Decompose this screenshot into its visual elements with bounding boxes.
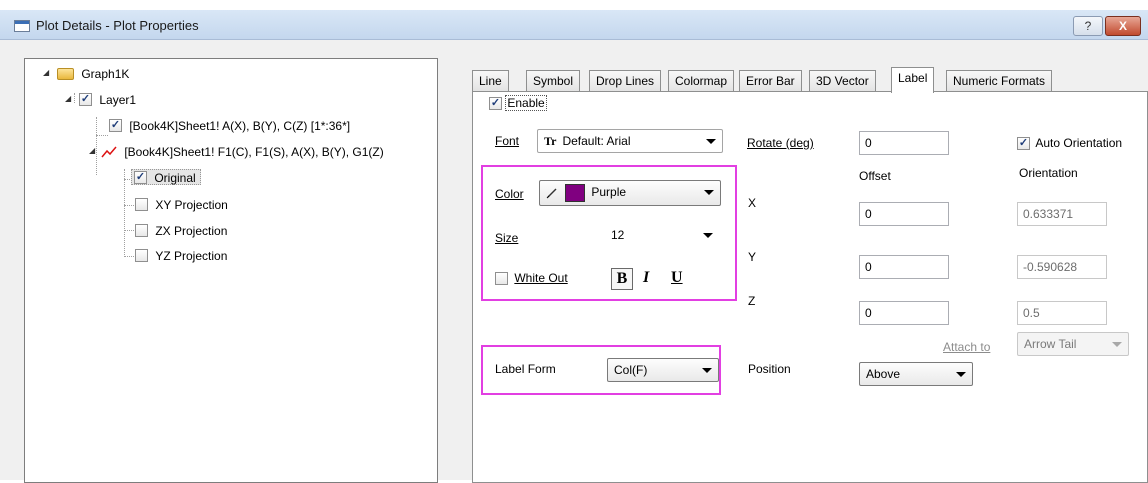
attach-to-label: Attach to bbox=[943, 340, 991, 354]
tree-node-label: Original bbox=[154, 170, 196, 185]
x-label: X bbox=[748, 196, 757, 210]
folder-icon bbox=[57, 67, 74, 80]
attach-to-value: Arrow Tail bbox=[1024, 337, 1077, 351]
tree-node-original[interactable]: ✓ Original bbox=[131, 167, 201, 187]
dropdown-arrow-icon bbox=[702, 368, 712, 373]
close-button[interactable]: X bbox=[1105, 16, 1141, 36]
tree-node-yz-projection[interactable]: YZ Projection bbox=[135, 245, 227, 265]
underline-button[interactable]: U bbox=[671, 269, 683, 287]
help-button[interactable]: ? bbox=[1073, 16, 1103, 36]
layer-checkbox[interactable]: ✓ bbox=[79, 93, 92, 107]
plot-tree-panel[interactable]: ◢ Graph1K ◢ ✓ Layer1 ✓ [Book4K]Sheet1! A… bbox=[24, 58, 438, 483]
dropdown-arrow-icon bbox=[1112, 342, 1122, 347]
label-form-dropdown[interactable]: Col(F) bbox=[607, 358, 719, 382]
tree-node-label: [Book4K]Sheet1! F1(C), F1(S), A(X), B(Y)… bbox=[124, 144, 384, 159]
dropdown-arrow-icon bbox=[704, 190, 714, 195]
white-out-row[interactable]: White Out bbox=[495, 271, 568, 286]
dropdown-arrow-icon bbox=[956, 372, 966, 377]
y-offset-input[interactable]: 0 bbox=[859, 255, 949, 279]
color-swatch bbox=[565, 183, 586, 202]
y-orientation-input[interactable]: -0.590628 bbox=[1017, 255, 1107, 279]
attach-to-dropdown[interactable]: Arrow Tail bbox=[1017, 332, 1129, 356]
white-out-checkbox[interactable] bbox=[495, 272, 508, 286]
x-orientation-input[interactable]: 0.633371 bbox=[1017, 202, 1107, 226]
font-value: Default: Arial bbox=[562, 134, 631, 148]
original-checkbox[interactable]: ✓ bbox=[134, 171, 147, 185]
size-value: 12 bbox=[611, 228, 625, 242]
app-icon bbox=[14, 20, 30, 32]
auto-orientation-label: Auto Orientation bbox=[1035, 136, 1123, 150]
size-dropdown[interactable]: 12 bbox=[605, 224, 719, 248]
orientation-header: Orientation bbox=[1019, 166, 1078, 180]
color-label: Color bbox=[495, 187, 524, 201]
plot-checkbox[interactable]: ✓ bbox=[109, 119, 122, 133]
tab-error-bar[interactable]: Error Bar bbox=[739, 70, 802, 92]
color-value: Purple bbox=[591, 185, 627, 199]
position-dropdown[interactable]: Above bbox=[859, 362, 973, 386]
white-out-label: White Out bbox=[514, 271, 568, 285]
tree-node-label: Graph1K bbox=[81, 66, 130, 81]
offset-header: Offset bbox=[859, 169, 891, 183]
dropdown-arrow-icon bbox=[703, 233, 713, 238]
tree-node-label: YZ Projection bbox=[155, 248, 228, 263]
tab-drop-lines[interactable]: Drop Lines bbox=[589, 70, 662, 92]
bold-button[interactable]: B bbox=[611, 268, 633, 290]
rotate-label: Rotate (deg) bbox=[747, 136, 814, 150]
tree-node-xy-projection[interactable]: XY Projection bbox=[135, 194, 228, 214]
tab-3d-vector[interactable]: 3D Vector bbox=[809, 70, 876, 92]
enable-label: Enable bbox=[505, 95, 547, 111]
tree-node-graph[interactable]: ◢ Graph1K bbox=[43, 63, 129, 83]
z-label: Z bbox=[748, 294, 756, 308]
tab-colormap[interactable]: Colormap bbox=[668, 70, 735, 92]
tree-node-label: XY Projection bbox=[155, 197, 228, 212]
auto-orientation-checkbox[interactable]: ✓ bbox=[1017, 137, 1030, 151]
pencil-icon bbox=[546, 188, 557, 199]
collapse-triangle-icon[interactable]: ◢ bbox=[89, 141, 95, 161]
y-label: Y bbox=[748, 250, 757, 264]
font-type-icon: Tr bbox=[544, 134, 557, 148]
enable-checkbox[interactable]: ✓ bbox=[489, 97, 502, 111]
label-form-value: Col(F) bbox=[614, 363, 648, 377]
tree-node-label: [Book4K]Sheet1! A(X), B(Y), C(Z) [1*:36*… bbox=[129, 118, 351, 133]
tree-node-label: ZX Projection bbox=[155, 223, 228, 238]
collapse-triangle-icon[interactable]: ◢ bbox=[43, 63, 49, 83]
line-plot-icon bbox=[101, 146, 117, 158]
tree-node-label: Layer1 bbox=[99, 92, 137, 107]
rotate-input[interactable]: 0 bbox=[859, 131, 949, 155]
position-value: Above bbox=[866, 367, 901, 381]
xy-projection-checkbox[interactable] bbox=[135, 198, 148, 212]
title-bar: Plot Details - Plot Properties ? X bbox=[0, 10, 1148, 40]
label-tab-page: ✓ Enable Font Tr Default: Arial Color Pur… bbox=[472, 91, 1148, 483]
tree-node-plot-vector[interactable]: ◢ [Book4K]Sheet1! F1(C), F1(S), A(X), B(… bbox=[89, 141, 384, 161]
tree-node-zx-projection[interactable]: ZX Projection bbox=[135, 220, 227, 240]
color-dropdown[interactable]: Purple bbox=[539, 180, 721, 206]
label-form-label: Label Form bbox=[495, 362, 556, 376]
yz-projection-checkbox[interactable] bbox=[135, 249, 148, 263]
z-orientation-input[interactable]: 0.5 bbox=[1017, 301, 1107, 325]
tab-line[interactable]: Line bbox=[472, 70, 509, 92]
enable-checkbox-row[interactable]: ✓ Enable bbox=[489, 95, 547, 111]
font-label: Font bbox=[495, 134, 520, 148]
italic-button[interactable]: I bbox=[643, 269, 649, 287]
auto-orientation-row[interactable]: ✓ Auto Orientation bbox=[1017, 136, 1123, 151]
position-label: Position bbox=[748, 362, 791, 376]
window-title: Plot Details - Plot Properties bbox=[36, 18, 199, 33]
tab-symbol[interactable]: Symbol bbox=[526, 70, 581, 92]
z-offset-input[interactable]: 0 bbox=[859, 301, 949, 325]
zx-projection-checkbox[interactable] bbox=[135, 224, 148, 238]
plot-details-window: Plot Details - Plot Properties ? X ◢ Gra… bbox=[0, 10, 1148, 483]
tree-node-plot-xyz[interactable]: ✓ [Book4K]Sheet1! A(X), B(Y), C(Z) [1*:3… bbox=[109, 115, 350, 135]
font-dropdown[interactable]: Tr Default: Arial bbox=[537, 129, 723, 153]
tree-node-layer[interactable]: ◢ ✓ Layer1 bbox=[65, 89, 136, 109]
size-label: Size bbox=[495, 231, 519, 245]
dropdown-arrow-icon bbox=[706, 139, 716, 144]
x-offset-input[interactable]: 0 bbox=[859, 202, 949, 226]
tab-label[interactable]: Label bbox=[891, 67, 935, 93]
tab-numeric-formats[interactable]: Numeric Formats bbox=[946, 70, 1053, 92]
collapse-triangle-icon[interactable]: ◢ bbox=[65, 89, 71, 109]
